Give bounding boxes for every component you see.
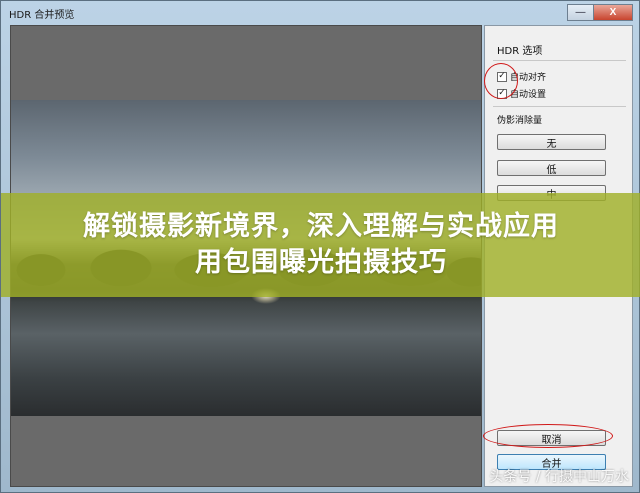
red-annotation-circle bbox=[484, 63, 518, 99]
deghost-low-button[interactable]: 低 bbox=[497, 160, 606, 176]
window-title: HDR 合并预览 bbox=[9, 9, 75, 21]
hdr-options-title: HDR 选项 bbox=[497, 46, 543, 57]
title-banner: 解锁摄影新境界，深入理解与实战应用 用包围曝光拍摄技巧 bbox=[1, 193, 640, 297]
close-button[interactable]: X bbox=[593, 4, 633, 21]
separator bbox=[493, 60, 626, 61]
deghost-none-button[interactable]: 无 bbox=[497, 134, 606, 150]
watermark-text: 头条号 / 行摄中山万水 bbox=[489, 469, 629, 485]
deghost-label: 伪影消除量 bbox=[497, 116, 543, 126]
red-annotation-oval bbox=[483, 424, 613, 448]
banner-line-1: 解锁摄影新境界，深入理解与实战应用 bbox=[83, 211, 559, 242]
title-bar[interactable]: HDR 合并预览 — X bbox=[1, 1, 639, 25]
separator bbox=[493, 106, 626, 107]
minimize-button[interactable]: — bbox=[567, 4, 593, 21]
window-controls: — X bbox=[567, 4, 633, 21]
hdr-merge-window: HDR 合并预览 — X HDR 选项 ✓ 自动对齐 ✓ 自动设置 伪影消除量 … bbox=[0, 0, 640, 493]
banner-line-2: 用包围曝光拍摄技巧 bbox=[195, 247, 447, 278]
